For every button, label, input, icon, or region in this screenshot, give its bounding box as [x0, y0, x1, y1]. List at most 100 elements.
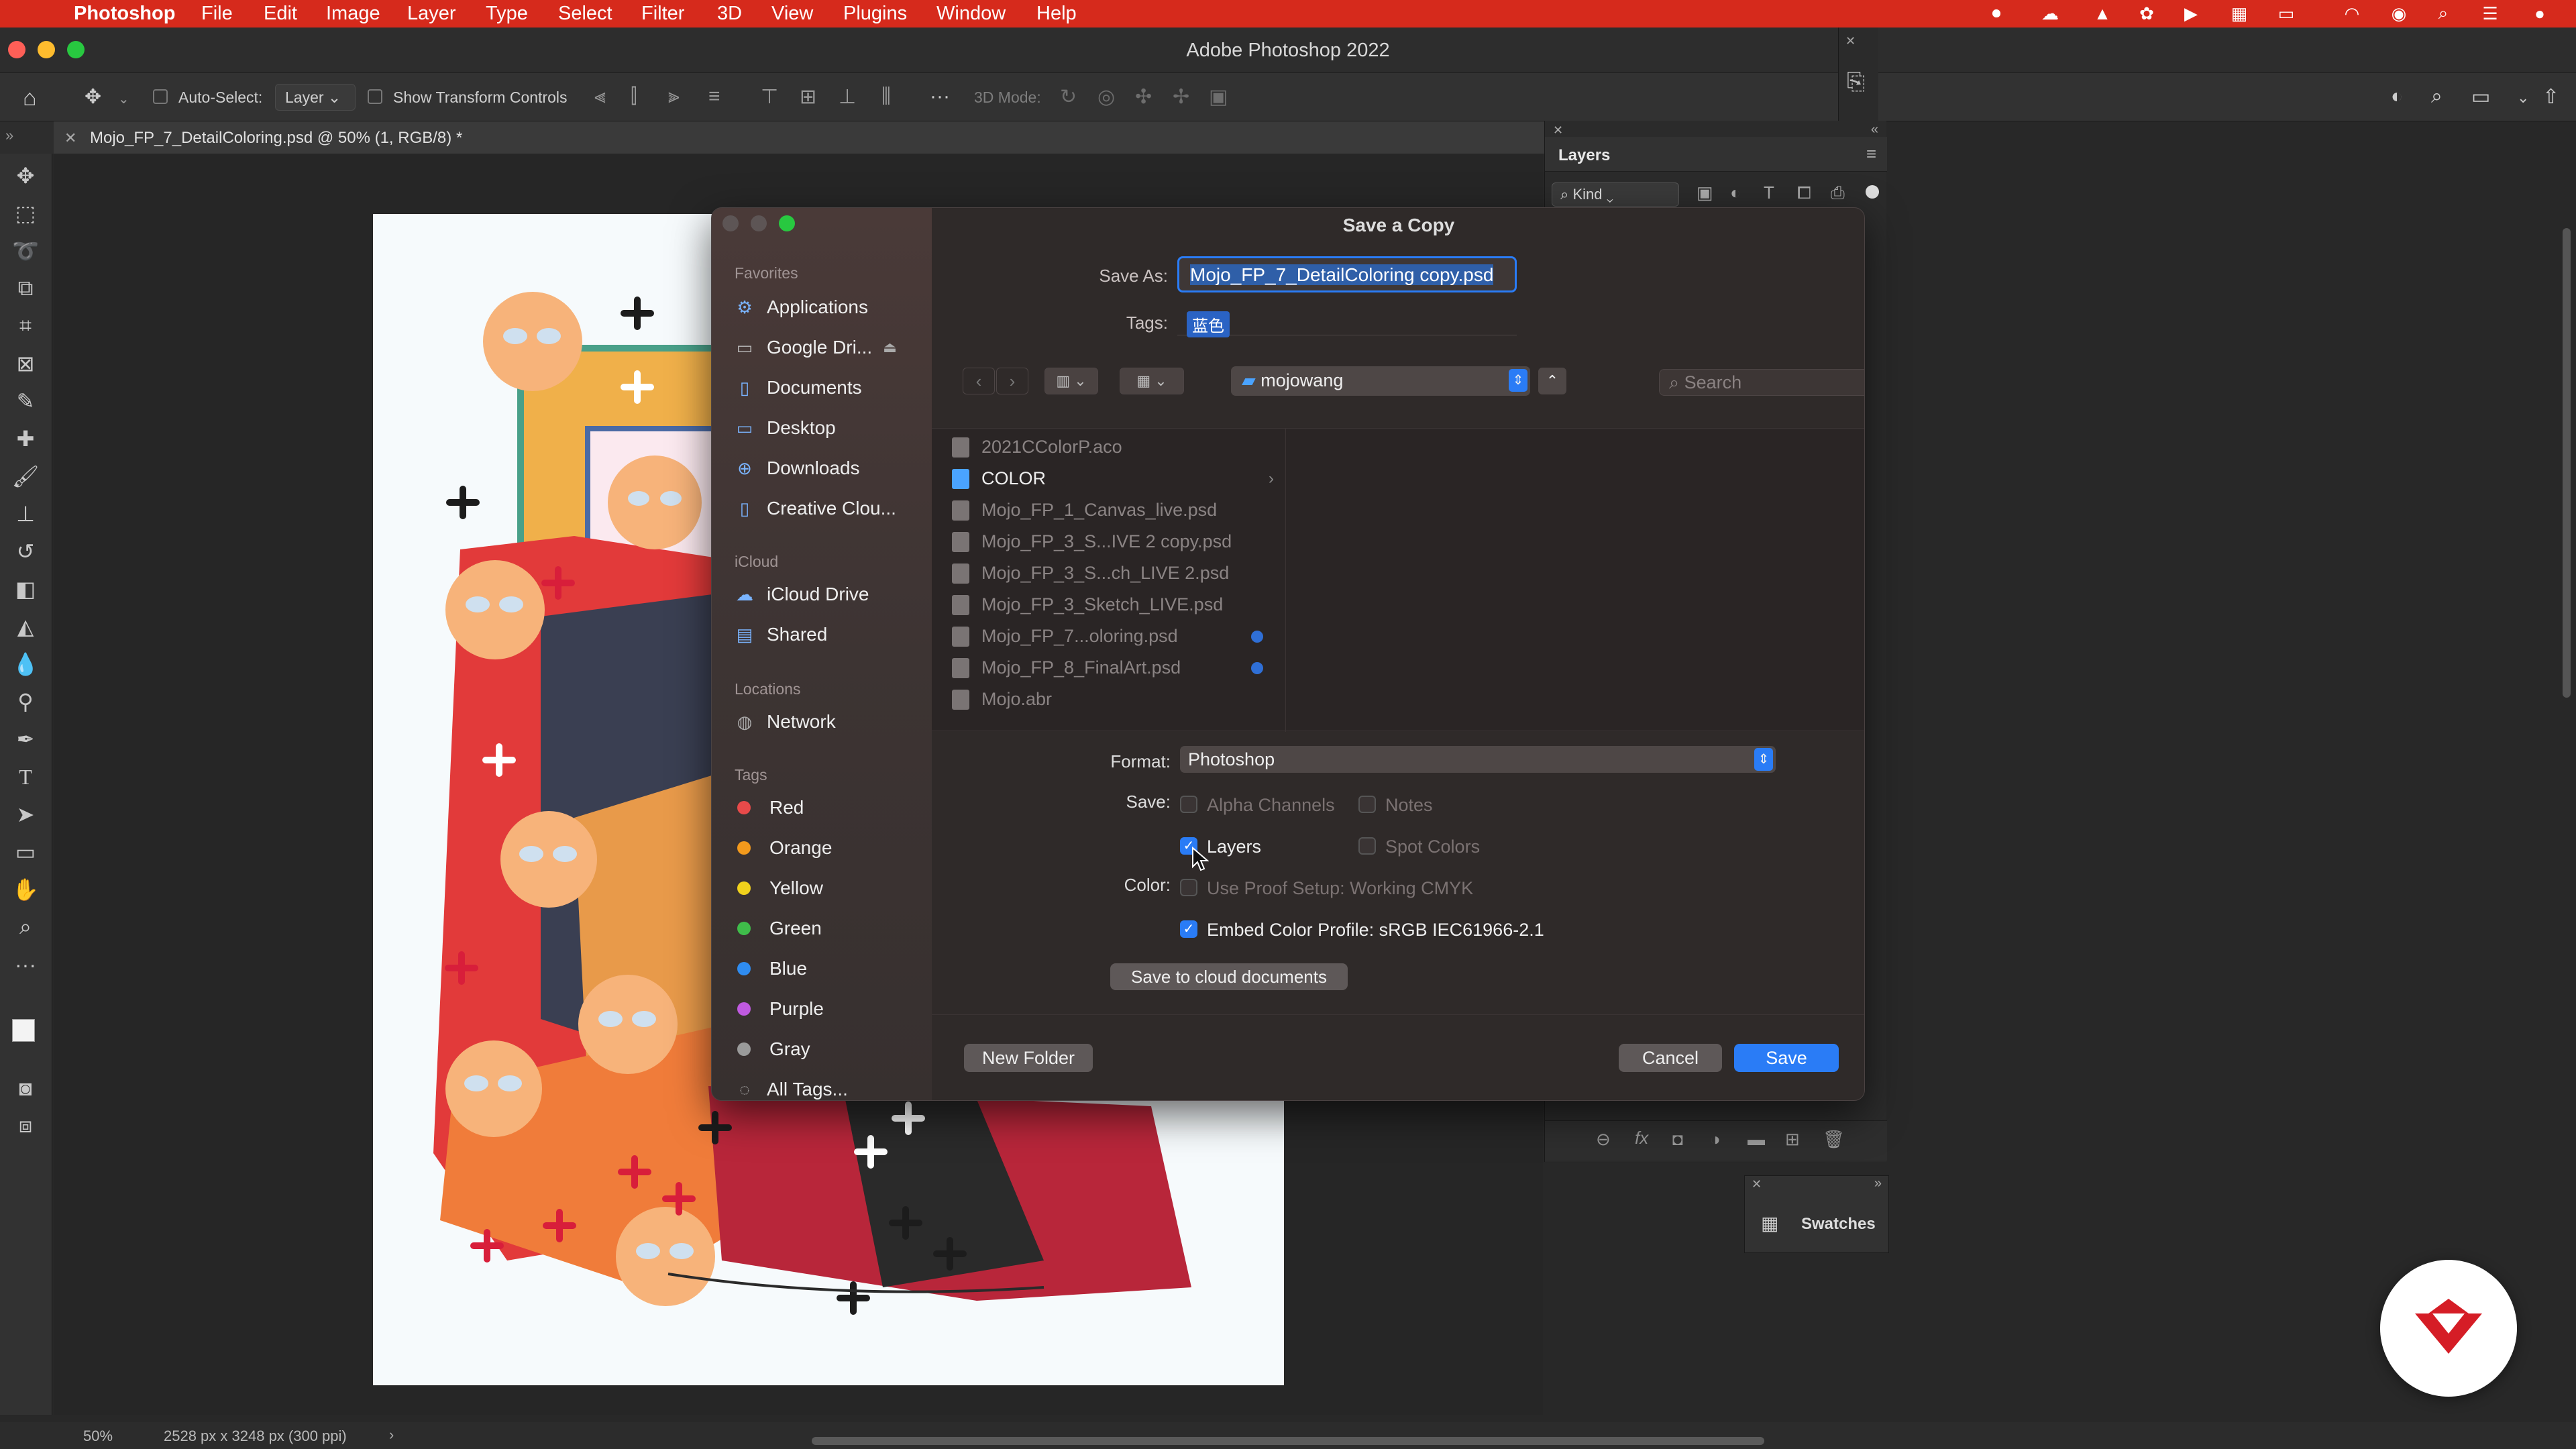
sidebar-item-documents[interactable]: ▯ Documents: [735, 377, 862, 398]
zoom-dialog-icon[interactable]: [779, 215, 795, 231]
tags-input[interactable]: 蓝色: [1177, 307, 1517, 337]
file-item[interactable]: Mojo_FP_1_Canvas_live.psd: [952, 500, 1217, 521]
acrobat-icon[interactable]: ▲: [2092, 3, 2113, 23]
control-center-icon[interactable]: ☰: [2479, 3, 2501, 23]
delete-layer-icon[interactable]: 🗑: [1823, 1129, 1845, 1150]
quick-mask-icon[interactable]: ◙: [10, 1073, 41, 1104]
new-group-icon[interactable]: ▬: [1748, 1129, 1765, 1150]
eject-icon[interactable]: ⏏: [883, 339, 897, 356]
location-dropdown[interactable]: ▰ mojowang ⇕: [1231, 366, 1530, 396]
sidebar-all-tags[interactable]: ◌ All Tags...: [735, 1079, 848, 1100]
filter-type-icon[interactable]: T: [1764, 182, 1774, 203]
notes-checkbox[interactable]: [1358, 796, 1376, 813]
layer-mask-icon[interactable]: ◘: [1672, 1129, 1683, 1150]
file-item[interactable]: Mojo_FP_3_S...ch_LIVE 2.psd: [952, 563, 1229, 584]
close-icon[interactable]: ✕: [1845, 34, 1856, 48]
battery-icon[interactable]: ▭: [2275, 3, 2297, 23]
filter-shape-icon[interactable]: ⧠: [1797, 182, 1811, 204]
home-icon[interactable]: ⌂: [23, 85, 37, 111]
stamp-tool-icon[interactable]: ⊥: [10, 498, 41, 529]
sidebar-item-google-drive[interactable]: ▭ Google Dri... ⏏: [735, 337, 897, 358]
frame-tool-icon[interactable]: ⊠: [10, 348, 41, 379]
search-field[interactable]: ⌕ Search: [1659, 369, 1864, 396]
filter-adjustment-icon[interactable]: ◐: [1730, 182, 1741, 203]
layer-filter-dropdown[interactable]: ⌕ Kind ⌄: [1552, 182, 1679, 207]
record-icon[interactable]: ⏺: [1986, 3, 2007, 23]
menu-3d[interactable]: 3D: [717, 0, 742, 28]
export-icon[interactable]: ⇧: [2542, 85, 2559, 109]
wifi-icon[interactable]: ◠: [2341, 3, 2363, 23]
chevron-down-icon[interactable]: ⌄: [118, 91, 129, 107]
filter-smart-object-icon[interactable]: ⎙: [1831, 182, 1845, 204]
adjustment-layer-icon[interactable]: ◑: [1710, 1129, 1721, 1150]
search-icon[interactable]: ⌕: [2431, 85, 2443, 108]
blur-tool-icon[interactable]: 💧: [10, 649, 41, 680]
type-tool-icon[interactable]: T: [10, 761, 41, 792]
play-icon[interactable]: ▶: [2180, 3, 2202, 23]
column-view-icon[interactable]: ▥ ⌄: [1044, 368, 1098, 394]
distribute-vertical-icon[interactable]: ⫼: [881, 85, 891, 108]
pen-tool-icon[interactable]: ✒: [10, 724, 41, 755]
close-dialog-icon[interactable]: [722, 215, 739, 231]
sidebar-item-downloads[interactable]: ⊕ Downloads: [735, 458, 859, 479]
3d-roll-icon[interactable]: ◎: [1097, 85, 1115, 109]
file-item[interactable]: Mojo_FP_3_Sketch_LIVE.psd: [952, 594, 1223, 615]
back-icon[interactable]: ‹: [963, 368, 995, 394]
sidebar-item-applications[interactable]: ⚙ Applications: [735, 297, 868, 318]
history-brush-icon[interactable]: ↺: [10, 536, 41, 567]
spot-colors-checkbox[interactable]: [1358, 837, 1376, 855]
sidebar-tag-gray[interactable]: Gray: [735, 1038, 810, 1060]
sidebar-item-shared[interactable]: ▤ Shared: [735, 624, 828, 645]
zoom-tool-icon[interactable]: ⌕: [10, 912, 41, 943]
layer-select-dropdown[interactable]: Layer ⌄: [275, 84, 356, 111]
3d-scale-icon[interactable]: ▣: [1209, 85, 1228, 109]
chevron-down-icon[interactable]: ⌄: [2517, 89, 2529, 107]
rectangle-tool-icon[interactable]: ▭: [10, 837, 41, 867]
siri-icon[interactable]: ●: [2529, 3, 2551, 23]
sidebar-item-icloud-drive[interactable]: ☁ iCloud Drive: [735, 584, 869, 605]
auto-select-checkbox[interactable]: [153, 89, 168, 104]
forward-icon[interactable]: ›: [996, 368, 1028, 394]
document-tab-title[interactable]: Mojo_FP_7_DetailColoring.psd @ 50% (1, R…: [90, 129, 462, 148]
folder-item-color[interactable]: COLOR ›: [952, 468, 1274, 489]
menu-file[interactable]: File: [201, 0, 233, 28]
zoom-level[interactable]: 50%: [83, 1428, 113, 1445]
vertical-scrollbar[interactable]: [2563, 228, 2571, 698]
alpha-channels-checkbox[interactable]: [1180, 796, 1197, 813]
filename-input[interactable]: Mojo_FP_7_DetailColoring copy.psd: [1177, 256, 1517, 292]
sidebar-item-creative-cloud[interactable]: ▯ Creative Clou...: [735, 498, 896, 519]
app-logo-badge[interactable]: [2380, 1260, 2517, 1397]
menu-app-name[interactable]: Photoshop: [74, 0, 175, 28]
lasso-tool-icon[interactable]: ➰: [10, 235, 41, 266]
link-layers-icon[interactable]: ⊖: [1596, 1129, 1611, 1150]
menu-image[interactable]: Image: [326, 0, 380, 28]
distribute-icon[interactable]: ≡: [708, 85, 720, 108]
screen-mode-icon[interactable]: ⧈: [10, 1110, 41, 1141]
close-document-icon[interactable]: ✕: [64, 129, 76, 147]
3d-pan-icon[interactable]: ✣: [1135, 85, 1152, 109]
sidebar-tag-orange[interactable]: Orange: [735, 837, 832, 859]
filter-pixel-icon[interactable]: ▣: [1697, 182, 1713, 203]
move-tool-icon[interactable]: ✥: [10, 160, 41, 191]
crop-tool-icon[interactable]: ⌗: [10, 311, 41, 341]
sidebar-item-desktop[interactable]: ▭ Desktop: [735, 417, 836, 439]
menu-layer[interactable]: Layer: [407, 0, 456, 28]
menu-view[interactable]: View: [771, 0, 813, 28]
menu-help[interactable]: Help: [1036, 0, 1077, 28]
menu-filter[interactable]: Filter: [641, 0, 684, 28]
transform-controls-checkbox[interactable]: [368, 89, 382, 104]
brush-tool-icon[interactable]: 🖌: [10, 461, 41, 492]
path-select-icon[interactable]: ➤: [10, 799, 41, 830]
3d-slide-icon[interactable]: ✢: [1173, 85, 1189, 109]
align-right-icon[interactable]: ⫸: [668, 85, 680, 108]
file-item[interactable]: Mojo.abr: [952, 689, 1052, 710]
fx-icon[interactable]: fx: [1635, 1128, 1648, 1148]
menu-edit[interactable]: Edit: [264, 0, 297, 28]
chevron-up-icon[interactable]: ⌃: [1538, 368, 1566, 394]
new-folder-button[interactable]: New Folder: [964, 1044, 1093, 1072]
use-proof-checkbox[interactable]: [1180, 879, 1197, 896]
foreground-color-swatch[interactable]: [12, 1019, 35, 1042]
save-to-cloud-button[interactable]: Save to cloud documents: [1110, 963, 1348, 990]
more-options-icon[interactable]: ···: [930, 85, 950, 108]
sidebar-tag-purple[interactable]: Purple: [735, 998, 824, 1020]
